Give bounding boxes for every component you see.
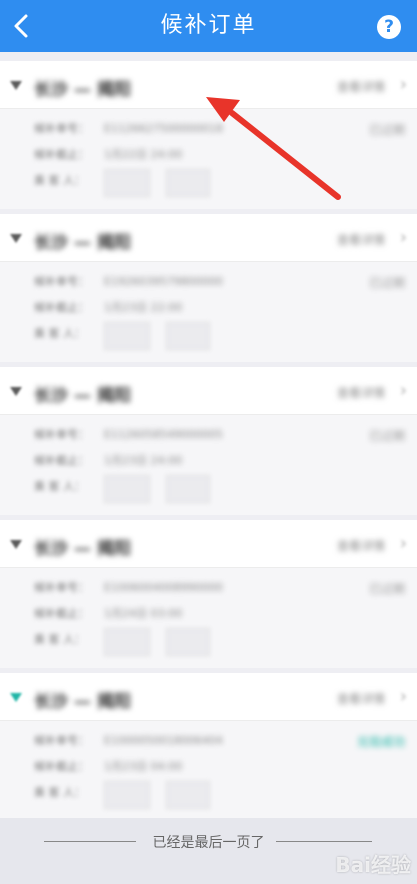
- passenger-row: 乘 客 人：: [34, 174, 85, 187]
- route-text: 长沙 — 揭阳: [34, 692, 131, 712]
- question-icon: ?: [384, 17, 394, 37]
- order-card-body: 候补单号： E1126058549000005 候补截止： 1月23日 24:00 …: [0, 415, 417, 515]
- order-number-row: 候补单号： E1126627500000018: [34, 122, 223, 135]
- passenger-row: 乘 客 人：: [34, 327, 85, 340]
- order-number-row: 候补单号： E1000050018006404: [34, 734, 223, 747]
- passenger-row: 乘 客 人：: [34, 633, 85, 646]
- deadline-row: 候补截止： 1月23日 22:00: [34, 301, 183, 314]
- top-bar: 候补订单 ?: [0, 0, 417, 52]
- passenger-chip: [104, 781, 150, 809]
- order-card-body: 候补单号： E1126627500000018 候补截止： 1月22日 24:00 …: [0, 109, 417, 209]
- order-card-header[interactable]: 长沙 — 揭阳 查看详情 ›: [0, 673, 417, 721]
- order-card-header[interactable]: 长沙 — 揭阳 查看详情 ›: [0, 367, 417, 415]
- passenger-chip: [166, 628, 210, 656]
- order-card[interactable]: 长沙 — 揭阳 查看详情 › 候补单号： E1126058549000005 候补…: [0, 367, 417, 515]
- passenger-chip: [104, 322, 150, 350]
- order-card[interactable]: 长沙 — 揭阳 查看详情 › 候补单号： E1000050018006404 候补…: [0, 673, 417, 821]
- deadline-row: 候补截止： 1月22日 24:00: [34, 148, 183, 161]
- chevron-left-icon: [14, 14, 28, 38]
- passenger-chip: [104, 475, 150, 503]
- status-badge: 已过期: [368, 429, 405, 443]
- chevron-right-icon: ›: [399, 227, 407, 248]
- watermark-text: Bai经验: [335, 853, 411, 877]
- order-number-row: 候补单号： E1126058549000005: [34, 428, 223, 441]
- order-card-body: 候补单号： E1000050018006404 候补截止： 1月23日 04:00 …: [0, 721, 417, 821]
- passenger-chip: [104, 628, 150, 656]
- triangle-icon: [10, 81, 22, 90]
- chevron-right-icon: ›: [399, 74, 407, 95]
- triangle-icon: [10, 693, 22, 702]
- chevron-right-icon: ›: [399, 380, 407, 401]
- order-card-body: 候补单号： E1926039579800000 候补截止： 1月23日 22:00 …: [0, 262, 417, 362]
- route-text: 长沙 — 揭阳: [34, 539, 131, 559]
- deadline-row: 候补截止： 1月23日 24:00: [34, 454, 183, 467]
- back-button[interactable]: [6, 8, 36, 44]
- view-detail-link[interactable]: 查看详情: [337, 537, 385, 554]
- order-card-header[interactable]: 长沙 — 揭阳 查看详情 ›: [0, 520, 417, 568]
- passenger-chip: [166, 169, 210, 197]
- deadline-row: 候补截止： 1月23日 04:00: [34, 760, 183, 773]
- order-number-row: 候补单号： E1926039579800000: [34, 275, 223, 288]
- passenger-chip: [166, 781, 210, 809]
- chevron-right-icon: ›: [399, 533, 407, 554]
- passenger-chip: [166, 322, 210, 350]
- route-text: 长沙 — 揭阳: [34, 386, 131, 406]
- order-card[interactable]: 长沙 — 揭阳 查看详情 › 候补单号： E1006004008990000 候补…: [0, 520, 417, 668]
- view-detail-link[interactable]: 查看详情: [337, 690, 385, 707]
- triangle-icon: [10, 234, 22, 243]
- view-detail-link[interactable]: 查看详情: [337, 231, 385, 248]
- status-badge: 兑现成功: [356, 735, 405, 749]
- view-detail-link[interactable]: 查看详情: [337, 384, 385, 401]
- page-title: 候补订单: [160, 13, 257, 38]
- passenger-chip: [104, 169, 150, 197]
- status-badge: 已过期: [368, 276, 405, 290]
- order-card-header[interactable]: 长沙 — 揭阳 查看详情 ›: [0, 61, 417, 109]
- order-card-header[interactable]: 长沙 — 揭阳 查看详情 ›: [0, 214, 417, 262]
- triangle-icon: [10, 540, 22, 549]
- route-text: 长沙 — 揭阳: [34, 80, 131, 100]
- status-badge: 已过期: [368, 582, 405, 596]
- triangle-icon: [10, 387, 22, 396]
- chevron-right-icon: ›: [399, 686, 407, 707]
- passenger-row: 乘 客 人：: [34, 480, 85, 493]
- deadline-row: 候补截止： 1月24日 03:00: [34, 607, 183, 620]
- status-badge: 已过期: [368, 123, 405, 137]
- order-card-body: 候补单号： E1006004008990000 候补截止： 1月24日 03:00 …: [0, 568, 417, 668]
- passenger-chip: [166, 475, 210, 503]
- order-card[interactable]: 长沙 — 揭阳 查看详情 › 候补单号： E1926039579800000 候补…: [0, 214, 417, 362]
- passenger-row: 乘 客 人：: [34, 786, 85, 799]
- order-number-row: 候补单号： E1006004008990000: [34, 581, 223, 594]
- view-detail-link[interactable]: 查看详情: [337, 78, 385, 95]
- divider: [276, 841, 372, 842]
- help-button[interactable]: ?: [377, 15, 401, 39]
- route-text: 长沙 — 揭阳: [34, 233, 131, 253]
- order-card[interactable]: 长沙 — 揭阳 查看详情 › 候补单号： E1126627500000018 候补…: [0, 61, 417, 209]
